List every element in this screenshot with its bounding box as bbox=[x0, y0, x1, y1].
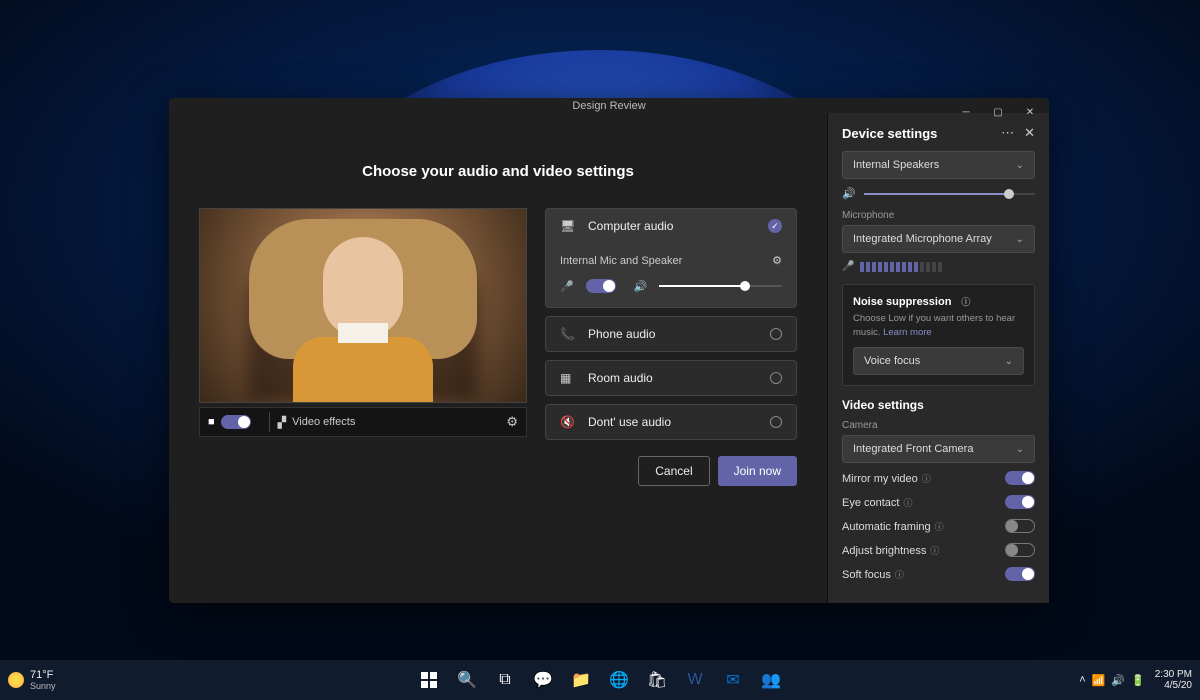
phone-icon: 📞 bbox=[560, 327, 576, 341]
microphone-level-meter: 🎤 bbox=[842, 261, 1035, 272]
radio-unchecked bbox=[770, 416, 782, 428]
page-title: Choose your audio and video settings bbox=[199, 163, 797, 180]
eye-contact-toggle[interactable] bbox=[1005, 495, 1035, 509]
audio-source-label: Internal Mic and Speaker bbox=[560, 255, 682, 267]
microphone-icon: 🎤 bbox=[560, 280, 574, 293]
start-button[interactable] bbox=[411, 662, 447, 698]
info-icon[interactable]: ⓘ bbox=[935, 522, 944, 532]
close-button[interactable]: ✕ bbox=[1015, 102, 1045, 122]
camera-icon: ■ bbox=[208, 416, 215, 428]
mirror-video-toggle-row: Mirror my videoⓘ bbox=[842, 471, 1035, 485]
preview-toolbar: ■ ▞ Video effects ⚙ bbox=[199, 407, 527, 437]
mute-icon: 🔇 bbox=[560, 415, 576, 429]
volume-slider[interactable] bbox=[659, 285, 782, 287]
teams-icon[interactable]: 👥 bbox=[753, 662, 789, 698]
wifi-icon[interactable]: 📶 bbox=[1092, 674, 1106, 687]
close-settings-icon[interactable]: ✕ bbox=[1024, 125, 1035, 141]
device-settings-panel: Device settings ⋯ ✕ Internal Speakers⌄ 🔊… bbox=[827, 113, 1049, 603]
audio-option-none[interactable]: 🔇 Dont' use audio bbox=[545, 404, 797, 440]
camera-toggle[interactable] bbox=[221, 415, 251, 429]
chevron-up-icon[interactable]: ˄ bbox=[1079, 674, 1085, 687]
camera-preview bbox=[199, 208, 527, 403]
taskbar: 71°F Sunny 🔍 ⧉ 💬 📁 🌐 🛍 W ✉ 👥 ˄ 📶 🔊 🔋 2:30 P… bbox=[0, 660, 1200, 700]
audio-option-phone[interactable]: 📞 Phone audio bbox=[545, 316, 797, 352]
store-icon[interactable]: 🛍 bbox=[639, 662, 675, 698]
task-view-icon[interactable]: ⧉ bbox=[487, 662, 523, 698]
minimize-button[interactable]: ─ bbox=[951, 102, 981, 122]
chevron-down-icon: ⌄ bbox=[1016, 160, 1024, 171]
search-icon[interactable]: 🔍 bbox=[449, 662, 485, 698]
checkmark-icon: ✓ bbox=[768, 219, 782, 233]
noise-suppression-dropdown[interactable]: Voice focus⌄ bbox=[853, 347, 1024, 375]
adjust-brightness-toggle-row: Adjust brightnessⓘ bbox=[842, 543, 1035, 557]
room-audio-icon: ▦ bbox=[560, 371, 576, 385]
prejoin-dialog: Design Review ─ ▢ ✕ Choose your audio an… bbox=[169, 98, 1049, 603]
file-explorer-icon[interactable]: 📁 bbox=[563, 662, 599, 698]
mixer-icon[interactable]: ⚙ bbox=[772, 254, 782, 267]
soft-focus-toggle-row: Soft focusⓘ bbox=[842, 567, 1035, 581]
microphone-dropdown[interactable]: Integrated Microphone Array⌄ bbox=[842, 225, 1035, 253]
noise-suppression-box: Noise suppressionⓘ Choose Low if you wan… bbox=[842, 284, 1035, 386]
computer-audio-icon: 🖥 bbox=[560, 219, 576, 233]
info-icon[interactable]: ⓘ bbox=[930, 546, 939, 556]
camera-dropdown[interactable]: Integrated Front Camera⌄ bbox=[842, 435, 1035, 463]
speaker-icon: 🔊 bbox=[634, 280, 648, 293]
video-settings-title: Video settings bbox=[842, 398, 1035, 412]
audio-option-room[interactable]: ▦ Room audio bbox=[545, 360, 797, 396]
weather-icon bbox=[8, 672, 24, 688]
speaker-dropdown[interactable]: Internal Speakers⌄ bbox=[842, 151, 1035, 179]
main-panel: Choose your audio and video settings ■ ▞… bbox=[169, 113, 827, 603]
soft-focus-toggle[interactable] bbox=[1005, 567, 1035, 581]
info-icon[interactable]: ⓘ bbox=[895, 570, 904, 580]
effects-icon: ▞ bbox=[278, 416, 286, 429]
chevron-down-icon: ⌄ bbox=[1016, 444, 1024, 455]
system-tray[interactable]: ˄ 📶 🔊 🔋 bbox=[1079, 674, 1145, 687]
cancel-button[interactable]: Cancel bbox=[638, 456, 709, 486]
taskbar-clock[interactable]: 2:30 PM 4/5/20 bbox=[1155, 669, 1192, 691]
gear-icon[interactable]: ⚙ bbox=[506, 414, 518, 430]
speaker-icon: 🔊 bbox=[842, 187, 856, 200]
microphone-icon: 🎤 bbox=[842, 261, 854, 272]
edge-icon[interactable]: 🌐 bbox=[601, 662, 637, 698]
word-icon[interactable]: W bbox=[677, 662, 713, 698]
info-icon[interactable]: ⓘ bbox=[922, 474, 931, 484]
maximize-button[interactable]: ▢ bbox=[983, 102, 1013, 122]
info-icon[interactable]: ⓘ bbox=[961, 295, 970, 308]
chat-icon[interactable]: 💬 bbox=[525, 662, 561, 698]
settings-title: Device settings bbox=[842, 126, 937, 141]
microphone-section-label: Microphone bbox=[842, 210, 1035, 221]
info-icon[interactable]: ⓘ bbox=[903, 498, 912, 508]
chevron-down-icon: ⌄ bbox=[1016, 234, 1024, 245]
eye-contact-toggle-row: Eye contactⓘ bbox=[842, 495, 1035, 509]
battery-icon[interactable]: 🔋 bbox=[1131, 674, 1145, 687]
radio-unchecked bbox=[770, 328, 782, 340]
radio-unchecked bbox=[770, 372, 782, 384]
mirror-video-toggle[interactable] bbox=[1005, 471, 1035, 485]
taskbar-weather[interactable]: 71°F Sunny bbox=[8, 669, 56, 691]
join-now-button[interactable]: Join now bbox=[718, 456, 797, 486]
audio-option-computer[interactable]: 🖥 Computer audio ✓ Internal Mic and Spea… bbox=[545, 208, 797, 308]
more-icon[interactable]: ⋯ bbox=[1001, 125, 1014, 141]
outlook-icon[interactable]: ✉ bbox=[715, 662, 751, 698]
window-title: Design Review bbox=[572, 100, 645, 112]
automatic-framing-toggle-row: Automatic framingⓘ bbox=[842, 519, 1035, 533]
titlebar: Design Review ─ ▢ ✕ bbox=[169, 98, 1049, 113]
volume-icon[interactable]: 🔊 bbox=[1111, 674, 1125, 687]
camera-section-label: Camera bbox=[842, 420, 1035, 431]
automatic-framing-toggle[interactable] bbox=[1005, 519, 1035, 533]
speaker-volume-slider[interactable] bbox=[864, 193, 1035, 195]
adjust-brightness-toggle[interactable] bbox=[1005, 543, 1035, 557]
video-effects-button[interactable]: Video effects bbox=[292, 416, 355, 428]
microphone-toggle[interactable] bbox=[586, 279, 616, 293]
learn-more-link[interactable]: Learn more bbox=[883, 327, 932, 338]
chevron-down-icon: ⌄ bbox=[1005, 356, 1013, 367]
